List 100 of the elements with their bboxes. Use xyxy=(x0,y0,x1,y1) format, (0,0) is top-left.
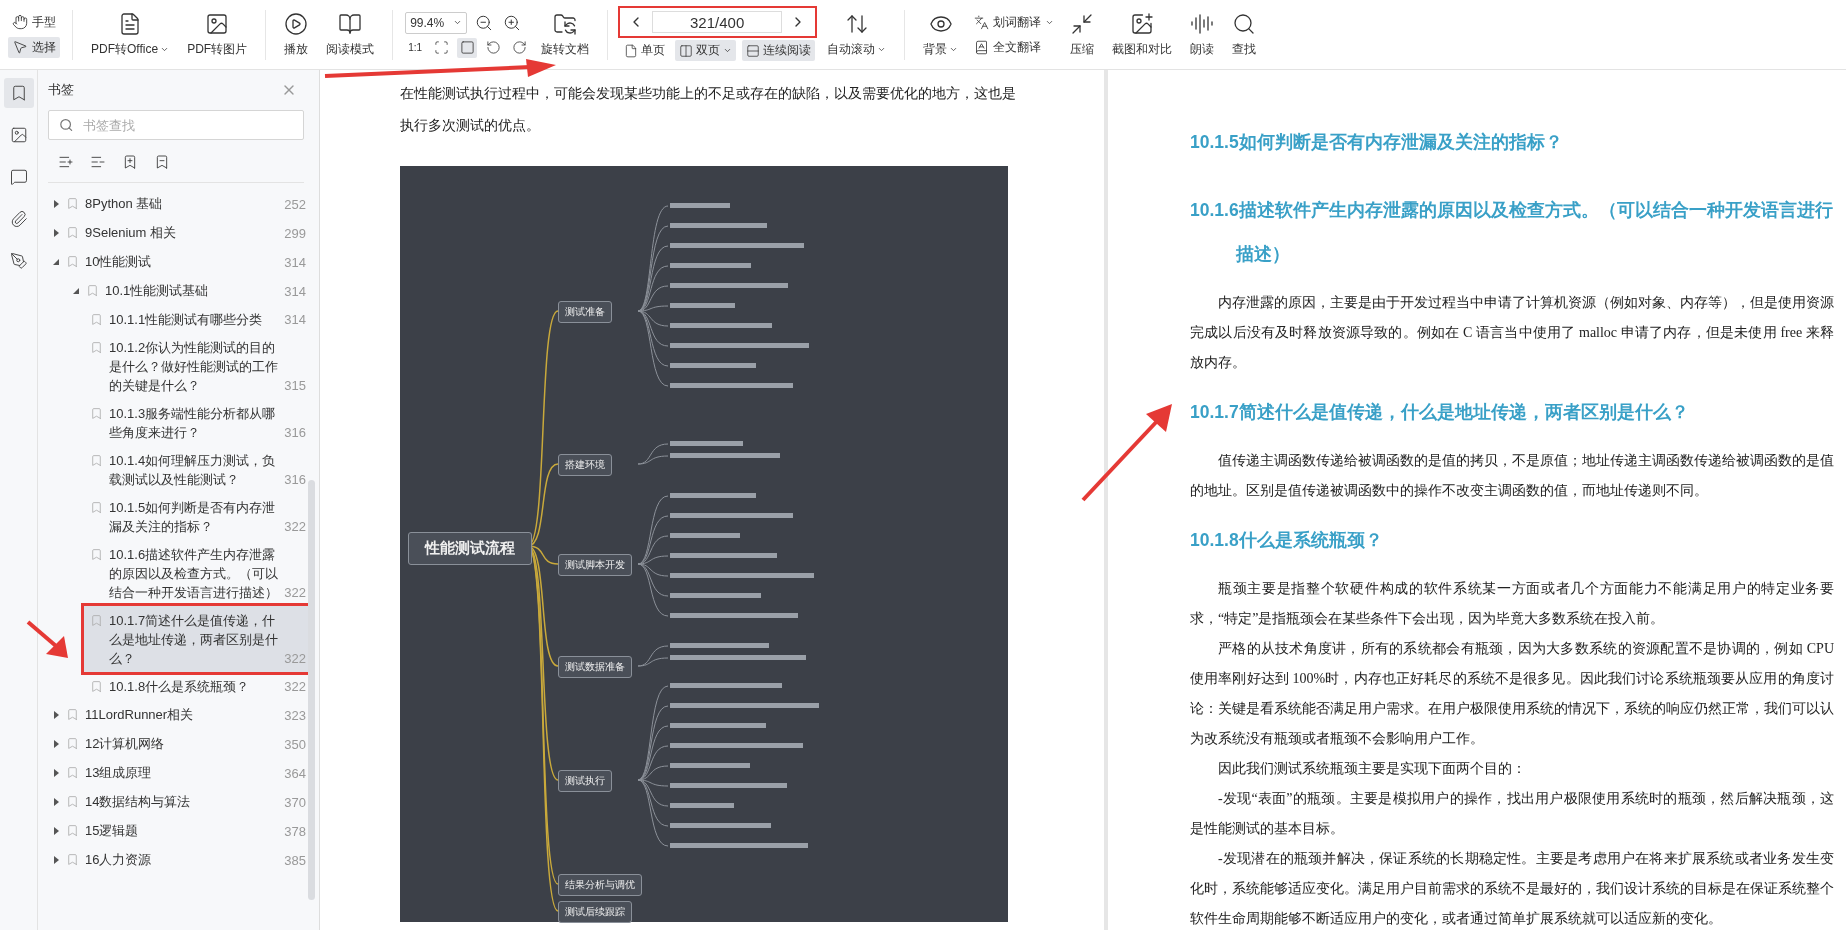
layout-mode-button[interactable]: 连续阅读 xyxy=(742,40,816,61)
zoom-select[interactable]: 99.4% xyxy=(405,11,468,34)
mindmap-node: 测试脚本开发 xyxy=(558,554,632,576)
panel-title: 书签 xyxy=(48,81,74,99)
bookmark-title: 10.1.1性能测试有哪些分类 xyxy=(109,311,264,329)
toolbar-button[interactable]: 自动滚动 xyxy=(821,7,893,62)
bookmark-title: 14数据结构与算法 xyxy=(85,793,192,811)
continuous-icon xyxy=(746,43,761,58)
section-heading: 10.1.6描述软件产生内存泄露的原因以及检查方式。（可以结合一种开发语言进行描述） xyxy=(1190,199,1834,266)
bookmark-title: 10性能测试 xyxy=(85,253,153,271)
toolbar-button[interactable]: 压缩 xyxy=(1064,7,1101,62)
mindmap-node: 性能测试流程 xyxy=(408,532,532,565)
paragraph: 因此我们测试系统瓶颈主要是实现下面两个目的： xyxy=(1217,760,1527,778)
bookmark-item[interactable]: 10.1.3服务端性能分析都从哪些角度来进行？ 316 xyxy=(84,399,312,446)
bookmark-item[interactable]: 11LordRunner相关 323 xyxy=(48,700,312,729)
image-icon xyxy=(9,126,28,144)
bookmark-item[interactable]: 10.1.2你认为性能测试的目的是什么？做好性能测试的工作的关键是什么？ 315 xyxy=(84,333,312,399)
toolbar-button[interactable]: 播放 xyxy=(278,7,315,62)
toolbar-button[interactable]: 截图和对比 xyxy=(1106,7,1179,62)
toolbar-button[interactable]: PDF转Office xyxy=(85,7,176,62)
bookmark-item[interactable]: 10.1.8什么是系统瓶颈？ 322 xyxy=(84,672,312,700)
bookmark-title: 9Selenium 相关 xyxy=(85,224,178,242)
mindmap-node: 测试准备 xyxy=(558,301,612,323)
section-heading: 10.1.8什么是系统瓶颈？ xyxy=(1190,529,1384,552)
caret-icon xyxy=(723,46,733,55)
bookmark-title: 11LordRunner相关 xyxy=(85,706,195,724)
bookmark-item[interactable]: 16人力资源 385 xyxy=(48,845,312,874)
bookmark-title: 10.1.3服务端性能分析都从哪些角度来进行？ xyxy=(109,405,277,442)
page-number: 322 xyxy=(284,678,306,696)
translate-button[interactable]: 划词翻译 xyxy=(970,11,1059,33)
bookmark-item[interactable]: 10.1.1性能测试有哪些分类 314 xyxy=(84,305,312,333)
page-number: 322 xyxy=(284,518,306,536)
paragraph: 瓶颈主要是指整个软硬件构成的软件系统某一方面或者几个方面能力不能满足用户的特定业务要求，“特定”是指瓶颈会在某些条件下会出现，因为毕竟大多数系统在投入前。 xyxy=(1190,580,1834,628)
bookmark-item[interactable]: 13组成原理 364 xyxy=(48,758,312,787)
bookmark-icon xyxy=(90,340,103,355)
caret-icon xyxy=(453,18,463,27)
bookmark-item[interactable]: 10.1.6描述软件产生内存泄露的原因以及检查方式。（可以结合一种开发语言进行描述） 322 xyxy=(84,540,312,606)
paragraph: 在性能测试执行过程中，可能会发现某些功能上的不足或存在的缺陷，以及需要优化的地方，这也是执行多次测试的优点。 xyxy=(400,85,1017,135)
bookmark-icon xyxy=(66,196,79,211)
expand-icon[interactable] xyxy=(52,856,60,864)
collapse-icon[interactable] xyxy=(72,287,80,295)
search-field[interactable]: 书签查找 xyxy=(48,110,304,140)
bookmark-title: 10.1.7简述什么是值传递，什么是地址传递，两者区别是什么？ xyxy=(109,612,279,668)
bookmark-title: 10.1.5如何判断是否有内存泄漏及关注的指标？ xyxy=(109,499,277,536)
bookmark-item[interactable]: 15逻辑题 378 xyxy=(48,816,312,845)
expand-icon[interactable] xyxy=(52,798,60,806)
expand-icon[interactable] xyxy=(52,827,60,835)
bookmark-icon xyxy=(86,283,99,298)
mode-tool[interactable]: 选择 xyxy=(8,36,60,58)
actual-size-button[interactable]: 1:1 xyxy=(405,37,426,58)
toolbar-button[interactable]: 朗读 xyxy=(1184,7,1221,62)
bookmark-item[interactable]: 9Selenium 相关 299 xyxy=(48,218,312,247)
bookmark-item[interactable]: 12计算机网络 350 xyxy=(48,729,312,758)
section-heading: 10.1.7简述什么是值传递，什么是地址传递，两者区别是什么？ xyxy=(1190,401,1690,424)
mode-tool[interactable]: 手型 xyxy=(8,11,60,33)
page-number: 322 xyxy=(284,650,306,668)
sidebar-tab[interactable] xyxy=(3,78,34,108)
expand-icon[interactable] xyxy=(52,229,60,237)
toolbar-button[interactable]: 背景 xyxy=(917,7,965,62)
translate-button[interactable]: 全文翻译 xyxy=(970,36,1059,58)
layout-mode-button[interactable]: 双页 xyxy=(675,40,737,61)
bookmark-title: 15逻辑题 xyxy=(85,822,140,840)
mindmap-node: 测试数据准备 xyxy=(558,656,632,678)
bookmark-title: 13组成原理 xyxy=(85,764,153,782)
bookmark-item[interactable]: 10.1性能测试基础 314 xyxy=(48,276,312,305)
page-number: 314 xyxy=(284,283,306,301)
attachment-icon xyxy=(9,210,28,228)
expand-icon[interactable] xyxy=(52,740,60,748)
book-icon xyxy=(974,39,990,55)
bookmark-title: 10.1.6描述软件产生内存泄露的原因以及检查方式。（可以结合一种开发语言进行描述） xyxy=(109,546,279,602)
annotation-arrow xyxy=(26,620,70,660)
page-number: 350 xyxy=(284,736,306,754)
bookmark-item[interactable]: 14数据结构与算法 370 xyxy=(48,787,312,816)
search-icon xyxy=(59,117,74,133)
scrollbar[interactable] xyxy=(308,480,315,900)
bookmark-item[interactable]: 8Python 基础 252 xyxy=(48,189,312,218)
signature-icon xyxy=(9,252,28,270)
bookmark-icon xyxy=(90,312,103,327)
mindmap-node: 搭建环境 xyxy=(558,454,612,476)
bookmark-item[interactable]: 10.1.4如何理解压力测试，负载测试以及性能测试？ 316 xyxy=(84,446,312,493)
collapse-icon[interactable] xyxy=(52,258,60,266)
toolbar-button[interactable]: PDF转图片 xyxy=(181,7,254,62)
toolbar-button[interactable]: 旋转文档 xyxy=(535,7,596,62)
paragraph: 内存泄露的原因，主要是由于开发过程当中申请了计算机资源（例如对象、内存等），但是使用资源完成以后没有及时释放资源导致的。例如在 C 语言当中使用了 malloc 申请了内存，但是未使用 free 来释放内存。 xyxy=(1190,294,1834,372)
image-icon xyxy=(205,11,230,36)
toolbar-button[interactable]: 阅读模式 xyxy=(320,7,381,62)
rotate-icon xyxy=(553,11,578,36)
bookmark-item[interactable]: 10.1.5如何判断是否有内存泄漏及关注的指标？ 322 xyxy=(84,493,312,540)
layout-mode-button[interactable]: 单页 xyxy=(620,40,670,61)
expand-icon[interactable] xyxy=(52,711,60,719)
expand-icon[interactable] xyxy=(52,769,60,777)
page-number: 322 xyxy=(284,584,306,602)
expand-icon[interactable] xyxy=(52,200,60,208)
search-input[interactable]: 书签查找 xyxy=(81,116,293,134)
translate-icon xyxy=(974,14,990,30)
bookmark-item[interactable]: 10性能测试 314 xyxy=(48,247,312,276)
bookmark-icon xyxy=(90,613,103,628)
page-field[interactable]: 321/400 xyxy=(652,11,783,33)
page-number: 370 xyxy=(284,794,306,812)
toolbar-button[interactable]: 查找 xyxy=(1226,7,1263,62)
